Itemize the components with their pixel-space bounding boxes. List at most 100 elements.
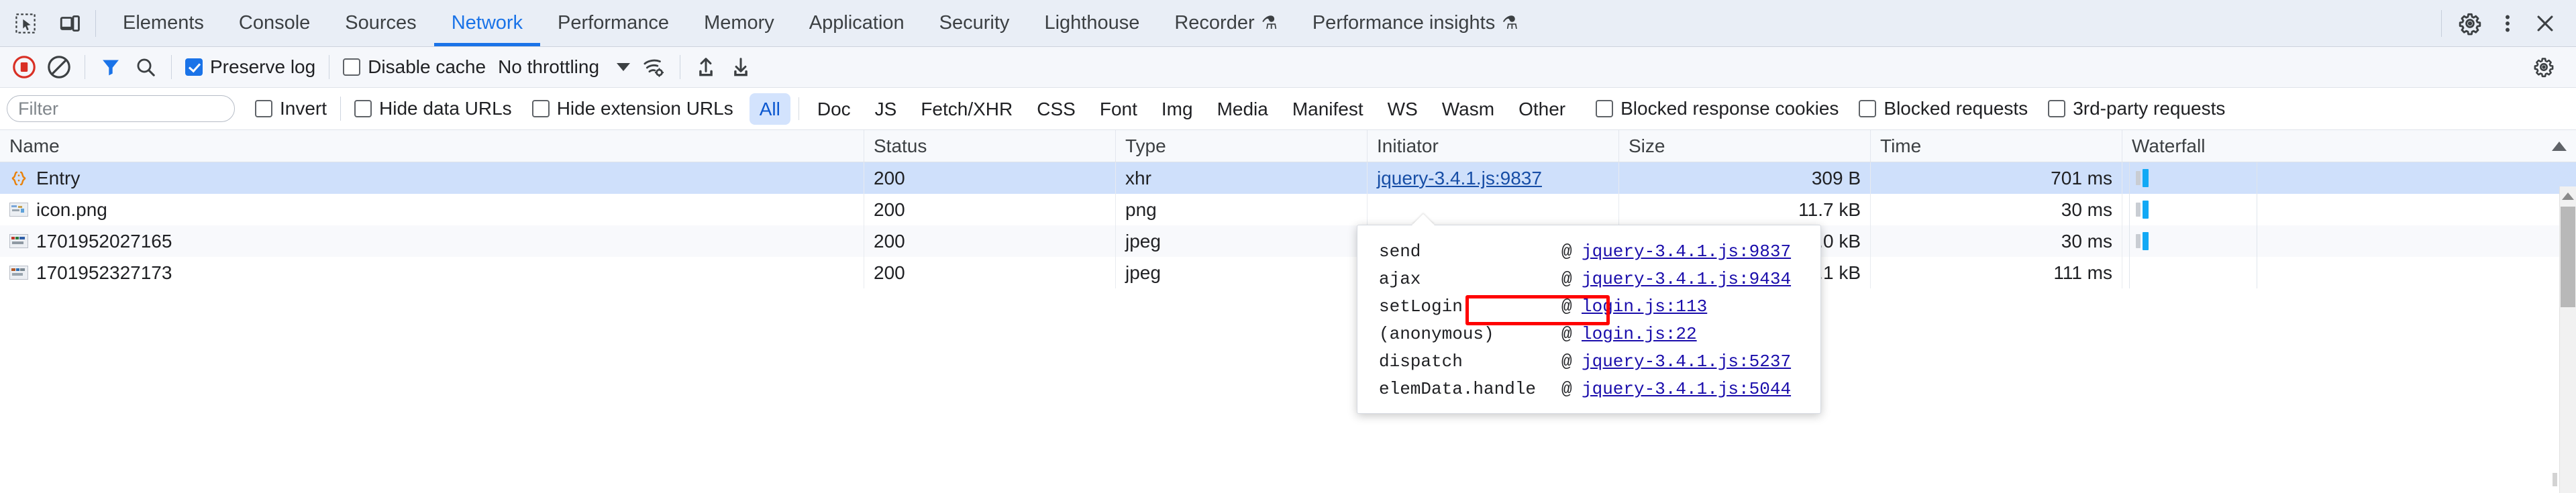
tab-console[interactable]: Console [221,0,327,46]
device-toolbar-icon[interactable] [54,7,86,40]
tab-elements[interactable]: Elements [105,0,221,46]
request-name: 1701952327173 [36,262,172,283]
disable-cache-checkbox[interactable]: Disable cache [338,56,491,78]
callstack-source-link[interactable]: jquery-3.4.1.js:9837 [1582,241,1791,262]
tab-sources[interactable]: Sources [327,0,433,46]
callstack-at-symbol: @ [1561,296,1572,317]
type-chip-img[interactable]: Img [1151,93,1203,125]
callstack-at-symbol: @ [1561,268,1572,289]
column-header-name[interactable]: Name [0,130,864,162]
third-party-requests-checkbox[interactable]: 3rd-party requests [2043,98,2230,119]
tab-label: Console [238,12,311,34]
export-har-icon[interactable] [723,50,758,85]
callstack-frame[interactable]: (anonymous) @ login.js:22 [1357,320,1820,347]
tab-performance[interactable]: Performance [540,0,686,46]
type-chip-other[interactable]: Other [1508,93,1576,125]
more-options-icon[interactable] [2491,7,2524,40]
waterfall-download-bar [2143,232,2149,250]
cell-type: png [1116,194,1368,225]
column-header-status[interactable]: Status [864,130,1116,162]
chip-divider [798,97,799,120]
settings-gear-icon[interactable] [2454,7,2486,40]
type-chip-doc[interactable]: Doc [807,93,861,125]
callstack-frame[interactable]: send @ jquery-3.4.1.js:9837 [1357,237,1820,265]
callstack-source-link[interactable]: jquery-3.4.1.js:9434 [1582,269,1791,289]
record-stop-button[interactable] [7,50,42,85]
callstack-source-link[interactable]: jquery-3.4.1.js:5237 [1582,351,1791,372]
type-chip-fetch-xhr[interactable]: Fetch/XHR [911,93,1023,125]
tab-lighthouse[interactable]: Lighthouse [1027,0,1157,46]
hide-extension-urls-checkbox[interactable]: Hide extension URLs [527,98,739,119]
callstack-frame[interactable]: dispatch @ jquery-3.4.1.js:5237 [1357,347,1820,375]
column-header-size[interactable]: Size [1619,130,1871,162]
vertical-scrollbar[interactable] [2559,186,2576,493]
request-name: 1701952027165 [36,230,172,252]
tab-label: Lighthouse [1044,12,1140,34]
tabbar-left-icons [0,7,86,40]
blocked-response-cookies-checkbox[interactable]: Blocked response cookies [1590,98,1844,119]
type-chip-all[interactable]: All [749,93,790,125]
cell-name[interactable]: icon.png [0,194,864,225]
inspect-element-icon[interactable] [9,7,42,40]
callstack-frame[interactable]: ajax @ jquery-3.4.1.js:9434 [1357,265,1820,292]
table-row[interactable]: 1701952027165 200 jpeg 2.0 kB 30 ms [0,225,2576,257]
initiator-link[interactable]: jquery-3.4.1.js:9837 [1377,168,1542,189]
filter-funnel-icon[interactable] [93,50,128,85]
scrollbar-thumb[interactable] [2561,207,2575,307]
resource-type-chips: All Doc JS Fetch/XHR CSS Font Img Media … [749,93,1576,125]
callstack-source-link[interactable]: login.js:113 [1582,296,1707,317]
scroll-up-arrow-icon[interactable] [2562,193,2574,200]
network-conditions-icon[interactable] [637,50,672,85]
invert-label: Invert [280,98,327,119]
tab-security[interactable]: Security [922,0,1027,46]
throttling-dropdown[interactable]: No throttling [491,56,637,78]
horizontal-scrollbar-thumb[interactable] [2553,473,2557,486]
preserve-log-checkbox[interactable]: Preserve log [180,56,321,78]
network-settings-icon[interactable] [2526,50,2561,85]
type-chip-js[interactable]: JS [865,93,907,125]
cell-name[interactable]: 1701952327173 [0,257,864,288]
table-row[interactable]: Entry 200 xhr jquery-3.4.1.js:9837 309 B… [0,162,2576,194]
search-icon[interactable] [128,50,163,85]
close-devtools-icon[interactable] [2529,7,2561,40]
callstack-frame-highlighted[interactable]: setLogin @ login.js:113 [1357,292,1820,320]
invert-checkbox[interactable]: Invert [250,98,332,119]
waterfall-wait-bar [2136,171,2141,185]
tab-network[interactable]: Network [433,0,541,46]
callstack-frame[interactable]: elemData.handle @ jquery-3.4.1.js:5044 [1357,375,1820,402]
type-chip-wasm[interactable]: Wasm [1432,93,1504,125]
cell-initiator[interactable] [1368,194,1619,225]
cell-name[interactable]: 1701952027165 [0,225,864,257]
cell-time: 30 ms [1871,194,2122,225]
column-header-type[interactable]: Type [1116,130,1368,162]
blocked-requests-checkbox[interactable]: Blocked requests [1853,98,2033,119]
tab-performance-insights[interactable]: Performance insights ⚗ [1295,0,1536,46]
type-chip-font[interactable]: Font [1090,93,1147,125]
type-chip-css[interactable]: CSS [1027,93,1086,125]
tab-memory[interactable]: Memory [686,0,792,46]
column-header-time[interactable]: Time [1871,130,2122,162]
tab-recorder[interactable]: Recorder ⚗ [1157,0,1295,46]
type-chip-media[interactable]: Media [1207,93,1278,125]
table-row[interactable]: icon.png 200 png 11.7 kB 30 ms [0,194,2576,225]
tab-application[interactable]: Application [792,0,922,46]
table-row[interactable]: 1701952327173 200 jpeg 2.1 kB 111 ms [0,257,2576,288]
filter-input[interactable] [7,95,235,122]
hide-extension-urls-label: Hide extension URLs [556,98,733,119]
column-header-waterfall[interactable]: Waterfall [2122,130,2576,162]
tab-label: Application [809,12,905,34]
hide-data-urls-checkbox[interactable]: Hide data URLs [349,98,517,119]
type-chip-ws[interactable]: WS [1378,93,1428,125]
callstack-source-link[interactable]: jquery-3.4.1.js:5044 [1582,379,1791,399]
waterfall-track [2122,162,2576,194]
table-header-row: Name Status Type Initiator Size Time Wat… [0,130,2576,162]
cell-initiator[interactable]: jquery-3.4.1.js:9837 [1368,162,1619,194]
callstack-source-link[interactable]: login.js:22 [1582,324,1697,344]
column-header-initiator[interactable]: Initiator [1368,130,1619,162]
import-har-icon[interactable] [688,50,723,85]
clear-button[interactable] [42,50,76,85]
type-chip-manifest[interactable]: Manifest [1282,93,1374,125]
cell-name[interactable]: Entry [0,162,864,194]
cell-waterfall [2122,225,2576,257]
network-request-table: Name Status Type Initiator Size Time Wat… [0,130,2576,288]
